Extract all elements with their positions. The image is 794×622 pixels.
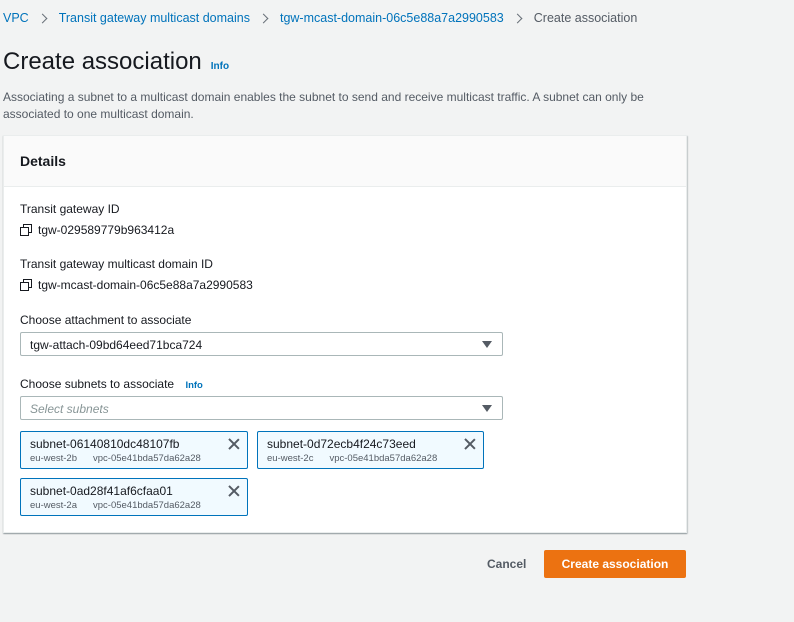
tgw-id-label: Transit gateway ID	[20, 202, 120, 216]
subnets-label-text: Choose subnets to associate	[20, 377, 175, 391]
chevron-right-icon	[512, 13, 523, 23]
attachment-select-value: tgw-attach-09bd64eed71bca724	[30, 338, 203, 352]
token-subnet-name: subnet-0d72ecb4f24c73eed	[267, 437, 416, 451]
chevron-right-icon	[258, 13, 269, 23]
token-az: eu-west-2c	[267, 453, 314, 464]
details-panel: Details Transit gateway ID tgw-029589779…	[3, 135, 687, 533]
title-info-link[interactable]: Info	[211, 61, 229, 72]
tgw-id-value: tgw-029589779b963412a	[20, 223, 174, 237]
page-title: Create association Info	[3, 48, 229, 76]
caret-down-icon	[482, 405, 492, 412]
copy-icon[interactable]	[20, 224, 32, 236]
details-header: Details	[4, 136, 686, 187]
attachment-label: Choose attachment to associate	[20, 313, 192, 327]
subnets-info-link[interactable]: Info	[185, 380, 202, 391]
page-description: Associating a subnet to a multicast doma…	[3, 90, 644, 121]
token-meta: eu-west-2b vpc-05e41bda57da62a28	[30, 453, 238, 464]
token-subnet-name: subnet-06140810dc48107fb	[30, 437, 180, 451]
token-subnet-name: subnet-0ad28f41af6cfaa01	[30, 484, 173, 498]
token-az: eu-west-2a	[30, 500, 77, 511]
page-title-text: Create association	[3, 48, 202, 75]
close-icon[interactable]	[228, 438, 240, 450]
subnet-token: subnet-06140810dc48107fb eu-west-2b vpc-…	[20, 431, 248, 469]
subnets-label: Choose subnets to associate Info	[20, 377, 203, 391]
breadcrumb-current: Create association	[533, 11, 638, 25]
tgw-id-text: tgw-029589779b963412a	[38, 223, 175, 237]
breadcrumb-multicast-domains[interactable]: Transit gateway multicast domains	[59, 11, 250, 25]
domain-id-text: tgw-mcast-domain-06c5e88a7a2990583	[38, 278, 253, 292]
subnet-token: subnet-0d72ecb4f24c73eed eu-west-2c vpc-…	[257, 431, 484, 469]
token-az: eu-west-2b	[30, 453, 77, 464]
attachment-select[interactable]: tgw-attach-09bd64eed71bca724	[20, 332, 503, 356]
subnets-select[interactable]: Select subnets	[20, 396, 503, 420]
breadcrumb-vpc[interactable]: VPC	[3, 11, 29, 25]
chevron-right-icon	[37, 13, 48, 23]
caret-down-icon	[482, 341, 492, 348]
token-meta: eu-west-2c vpc-05e41bda57da62a28	[267, 453, 474, 464]
close-icon[interactable]	[228, 485, 240, 497]
token-vpc: vpc-05e41bda57da62a28	[93, 453, 201, 464]
copy-icon[interactable]	[20, 279, 32, 291]
breadcrumb: VPC Transit gateway multicast domains tg…	[3, 11, 637, 25]
token-meta: eu-west-2a vpc-05e41bda57da62a28	[30, 500, 238, 511]
close-icon[interactable]	[464, 438, 476, 450]
cancel-button[interactable]: Cancel	[487, 557, 526, 571]
create-association-button[interactable]: Create association	[544, 550, 686, 578]
domain-id-value: tgw-mcast-domain-06c5e88a7a2990583	[20, 278, 253, 292]
breadcrumb-domain[interactable]: tgw-mcast-domain-06c5e88a7a2990583	[280, 11, 504, 25]
token-vpc: vpc-05e41bda57da62a28	[329, 453, 438, 464]
domain-id-label: Transit gateway multicast domain ID	[20, 257, 213, 271]
subnets-select-placeholder: Select subnets	[30, 402, 109, 416]
token-vpc: vpc-05e41bda57da62a28	[93, 500, 201, 511]
subnet-token: subnet-0ad28f41af6cfaa01 eu-west-2a vpc-…	[20, 478, 248, 516]
